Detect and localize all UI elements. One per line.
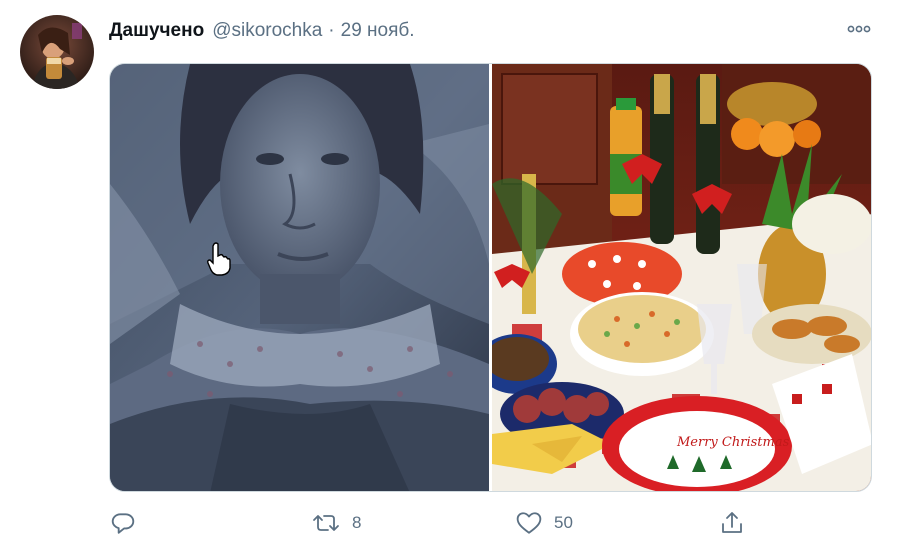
reply-icon: [111, 513, 135, 534]
author-name[interactable]: Дашучено: [109, 20, 204, 42]
share-icon: [722, 512, 742, 533]
christmas-plate-text: Merry Christmas: [676, 435, 790, 450]
tweet-actions: 8 50: [0, 506, 901, 540]
like-button[interactable]: 50: [516, 506, 573, 540]
tweet-media[interactable]: Merry Christmas: [109, 63, 872, 492]
avatar[interactable]: [20, 15, 94, 89]
share-button[interactable]: [720, 506, 744, 540]
retweet-count: 8: [352, 513, 362, 532]
author-handle[interactable]: @sikorochka: [212, 20, 322, 42]
tweet-timestamp[interactable]: 29 нояб.: [341, 20, 415, 42]
more-button[interactable]: [846, 20, 872, 38]
photo-girl-in-bed[interactable]: [110, 64, 489, 491]
avatar-image: [20, 15, 94, 89]
retweet-icon: [313, 515, 339, 531]
hand-pointer-icon: [207, 242, 231, 276]
reply-button[interactable]: [110, 506, 148, 540]
more-dots-icon: [847, 25, 871, 33]
like-count: 50: [554, 513, 573, 532]
heart-icon: [516, 512, 542, 534]
festive-table-image: Merry Christmas: [477, 64, 871, 491]
girl-in-bed-image: [110, 64, 489, 491]
separator-dot: ·: [328, 20, 335, 41]
photo-festive-table[interactable]: Merry Christmas: [477, 64, 871, 491]
tweet-header: Дашучено @sikorochka · 29 нояб.: [109, 19, 415, 43]
retweet-button[interactable]: 8: [312, 506, 361, 540]
